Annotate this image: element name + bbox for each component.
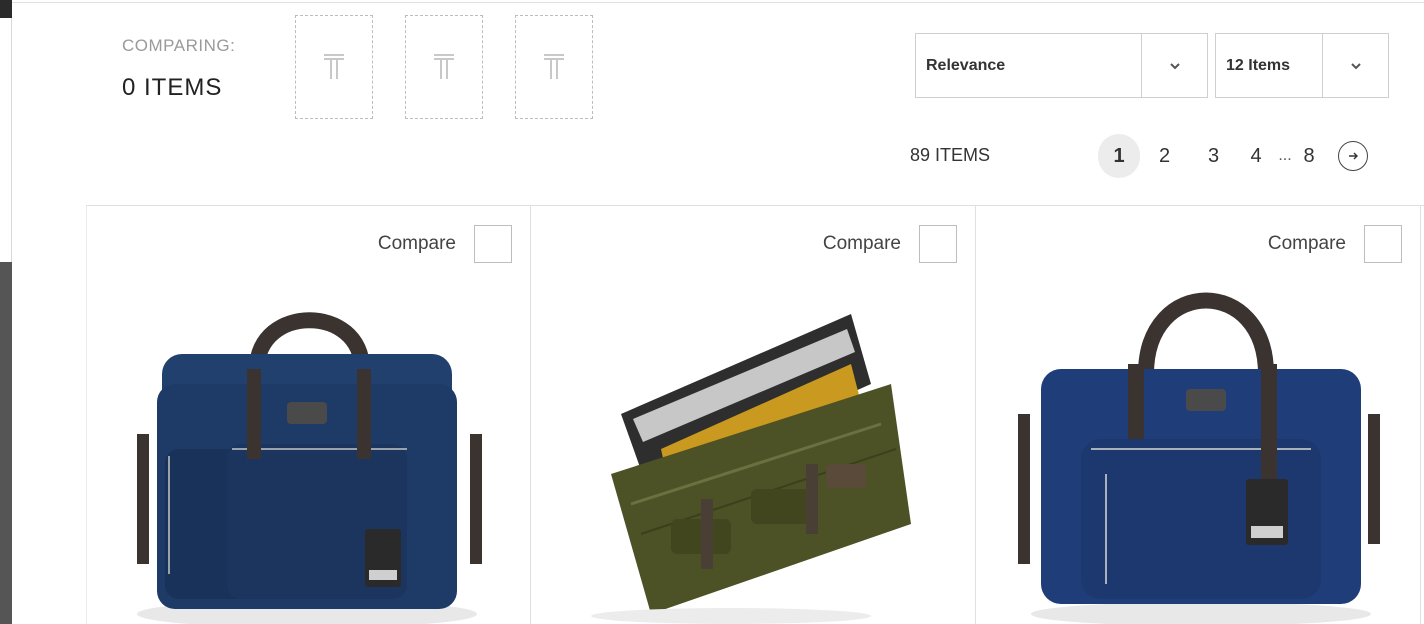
- compare-toggle[interactable]: Compare: [378, 225, 512, 263]
- compare-label: Compare: [1267, 233, 1346, 254]
- compare-label: Compare: [377, 233, 456, 254]
- tumi-t-icon: [544, 54, 564, 79]
- product-card[interactable]: Compare: [976, 206, 1421, 624]
- product-image[interactable]: [551, 274, 956, 624]
- chevron-down-icon: [1350, 62, 1361, 69]
- page-link-last[interactable]: 8: [1296, 134, 1322, 178]
- items-per-page-value: 12 Items: [1226, 56, 1291, 74]
- page-ellipsis: ...: [1278, 147, 1292, 164]
- items-per-page-toggle[interactable]: [1322, 34, 1388, 97]
- sort-select[interactable]: Relevance: [915, 33, 1208, 98]
- comparing-count: 0 ITEMS: [122, 74, 223, 101]
- sort-select-toggle[interactable]: [1141, 34, 1207, 97]
- compare-checkbox[interactable]: [1364, 225, 1402, 263]
- compare-slot-3[interactable]: [515, 15, 593, 119]
- items-per-page-select[interactable]: 12 Items: [1215, 33, 1389, 98]
- compare-checkbox[interactable]: [919, 225, 957, 263]
- compare-toggle[interactable]: Compare: [823, 225, 957, 263]
- compare-label: Compare: [822, 233, 901, 254]
- sort-select-value: Relevance: [926, 56, 1006, 74]
- comparing-label: COMPARING:: [122, 36, 236, 55]
- product-card[interactable]: Compare: [86, 206, 531, 624]
- left-edge-bar: [0, 262, 12, 624]
- next-page-button[interactable]: [1338, 141, 1368, 171]
- product-card[interactable]: Compare: [531, 206, 976, 624]
- pagination: 1 2 3 4 ... 8: [1098, 134, 1368, 178]
- page-link[interactable]: 3: [1189, 134, 1238, 178]
- left-edge-divider: [11, 18, 12, 262]
- compare-checkbox[interactable]: [474, 225, 512, 263]
- top-divider: [12, 2, 1424, 3]
- arrow-right-icon: [1349, 152, 1358, 160]
- left-edge-mark: [0, 0, 12, 18]
- left-edge: [0, 0, 12, 624]
- product-image[interactable]: [996, 274, 1401, 624]
- page-current[interactable]: 1: [1098, 134, 1140, 178]
- compare-slot-1[interactable]: [295, 15, 373, 119]
- compare-slot-2[interactable]: [405, 15, 483, 119]
- tumi-t-icon: [434, 54, 454, 79]
- page-link[interactable]: 2: [1140, 134, 1189, 178]
- chevron-down-icon: [1169, 62, 1180, 69]
- product-grid: Compare Compare Compare: [86, 205, 1424, 624]
- results-count: 89 ITEMS: [910, 145, 991, 165]
- product-image[interactable]: [107, 274, 512, 624]
- compare-toggle[interactable]: Compare: [1268, 225, 1402, 263]
- page-link[interactable]: 4: [1238, 134, 1274, 178]
- tumi-t-icon: [324, 54, 344, 79]
